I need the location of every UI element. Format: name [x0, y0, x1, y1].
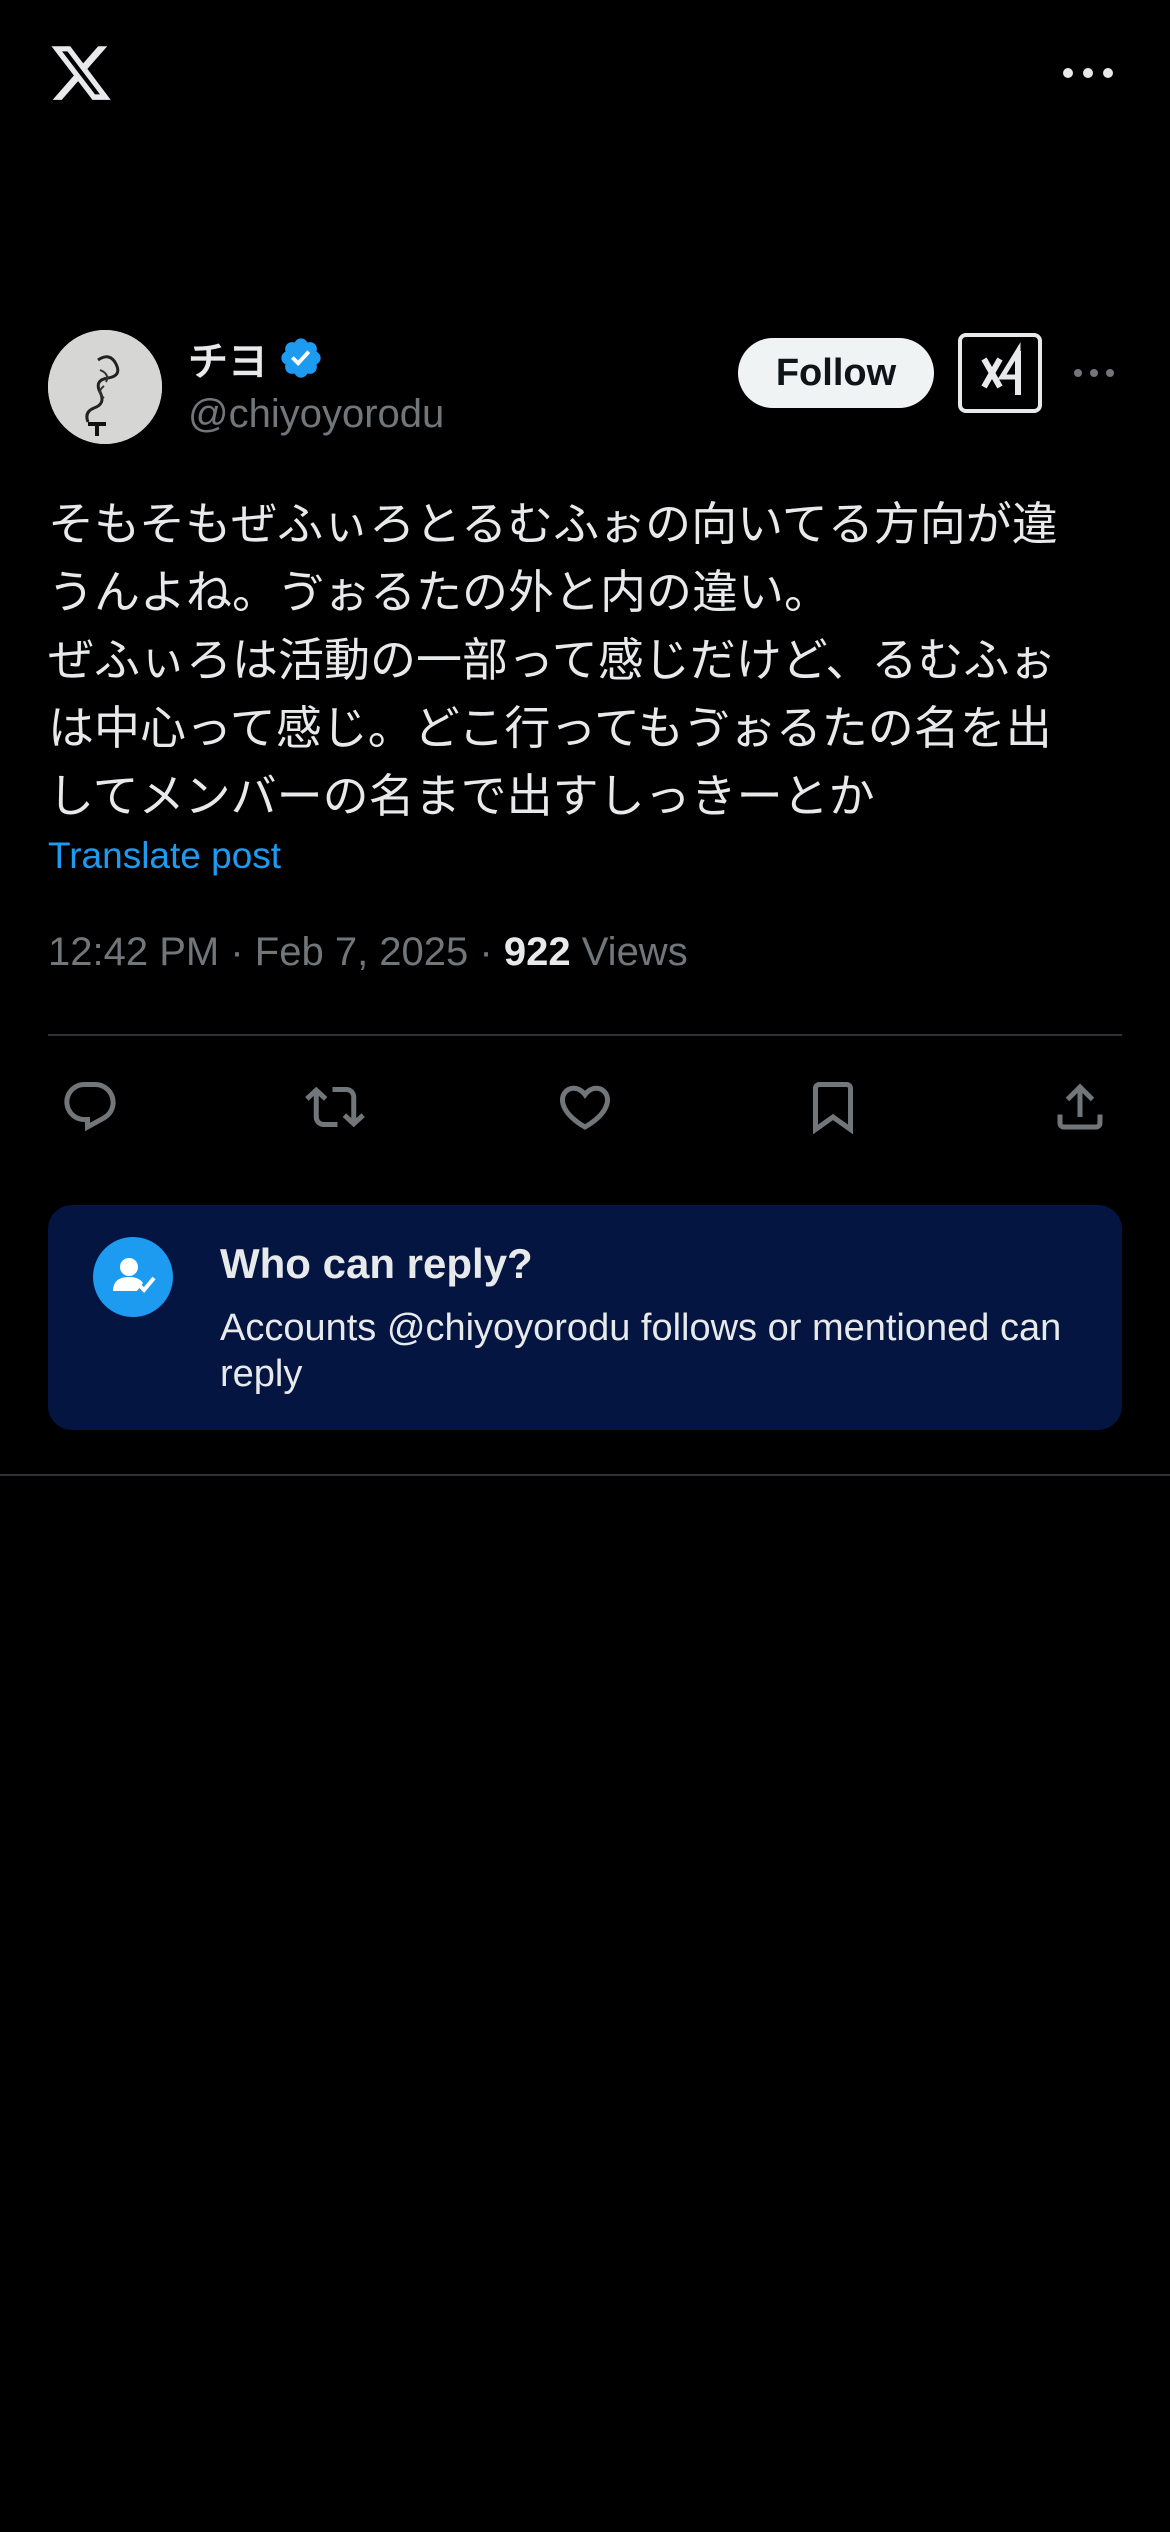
repost-icon [305, 1086, 365, 1128]
bookmark-icon [813, 1082, 853, 1135]
verified-badge-icon [281, 338, 321, 378]
views-label: Views [581, 930, 688, 974]
x-logo-icon[interactable] [48, 40, 114, 106]
like-button[interactable] [548, 1070, 622, 1144]
reply-icon [64, 1082, 116, 1132]
display-name-text: チヨ [188, 340, 268, 384]
meta-separator: · [230, 930, 255, 974]
reply-restriction-card: Who can reply? Accounts @chiyoyorodu fol… [48, 1205, 1122, 1430]
tweet-meta: 12:42 PM · Feb 7, 2025 · 922 Views [48, 930, 688, 975]
top-bar [0, 0, 1170, 150]
follow-button[interactable]: Follow [738, 338, 934, 408]
display-name[interactable]: チヨ [188, 330, 324, 386]
reply-restriction-icon [93, 1237, 173, 1317]
divider [0, 1474, 1170, 1476]
share-button[interactable] [1043, 1070, 1117, 1144]
tweet-actions [48, 1070, 1122, 1144]
reply-restriction-title: Who can reply? [220, 1240, 533, 1287]
more-horizontal-icon[interactable] [1060, 55, 1116, 91]
repost-button[interactable] [298, 1070, 372, 1144]
grok-icon [981, 342, 1021, 395]
bookmark-button[interactable] [796, 1070, 870, 1144]
like-icon [559, 1085, 611, 1130]
reply-restriction-description: Accounts @chiyoyorodu follows or mention… [220, 1307, 1062, 1395]
avatar[interactable] [48, 330, 162, 444]
meta-separator: · [479, 930, 504, 974]
grok-button[interactable] [958, 333, 1042, 413]
views-count[interactable]: 922 [504, 930, 571, 974]
tweet-more-icon[interactable] [1072, 360, 1116, 386]
tweet-date[interactable]: Feb 7, 2025 [255, 930, 469, 974]
reply-button[interactable] [53, 1070, 127, 1144]
divider [48, 1034, 1122, 1036]
tweet-text: そもそもぜふぃろとるむふぉの向いてる方向が違 うんよね。ゔぉるたの外と内の違い。… [48, 497, 1058, 823]
share-icon [1057, 1083, 1103, 1130]
translate-post-link[interactable]: Translate post [48, 835, 281, 877]
tweet-time[interactable]: 12:42 PM [48, 930, 219, 974]
handle[interactable]: @chiyoyorodu [188, 392, 444, 437]
